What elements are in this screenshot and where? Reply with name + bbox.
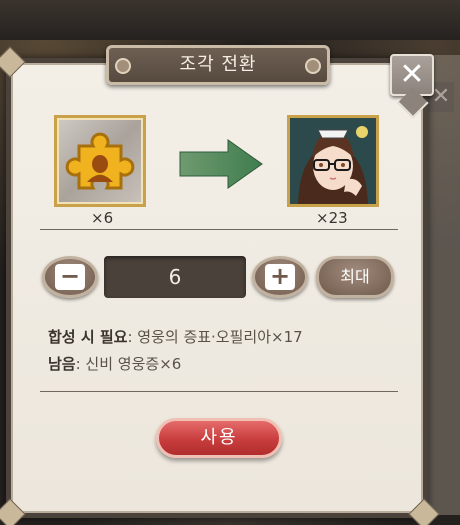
remaining-value: : 신비 영웅증×6 — [75, 355, 182, 373]
source-item-slot[interactable] — [54, 115, 146, 207]
close-icon: ✕ — [399, 57, 425, 92]
right-arrow-icon — [179, 139, 263, 189]
puzzle-piece-icon — [65, 132, 135, 190]
background-top-strip — [0, 0, 460, 40]
required-info: 합성 시 필요: 영웅의 증표·오필리아×17 — [48, 326, 303, 347]
target-item-slot[interactable] — [287, 115, 379, 207]
divider — [40, 391, 398, 392]
divider — [40, 229, 398, 230]
minus-icon: − — [55, 264, 85, 290]
source-count: ×6 — [91, 209, 114, 227]
use-button[interactable]: 사용 — [156, 418, 282, 458]
target-count: ×23 — [316, 209, 348, 227]
increase-button[interactable]: + — [252, 256, 308, 298]
quantity-display[interactable]: 6 — [104, 256, 246, 298]
max-button[interactable]: 최대 — [316, 256, 394, 298]
plus-icon: + — [265, 264, 295, 290]
close-button[interactable]: ✕ — [390, 54, 434, 96]
hero-portrait-icon — [290, 118, 376, 204]
remaining-info: 남음: 신비 영웅증×6 — [48, 353, 181, 374]
decrease-button[interactable]: − — [42, 256, 98, 298]
required-label: 합성 시 필요 — [48, 328, 128, 346]
remaining-label: 남음 — [48, 355, 76, 373]
dialog-title: 조각 전환 — [179, 54, 257, 75]
dialog-title-plate: 조각 전환 — [106, 45, 330, 85]
required-value: : 영웅의 증표·오필리아×17 — [127, 328, 303, 346]
